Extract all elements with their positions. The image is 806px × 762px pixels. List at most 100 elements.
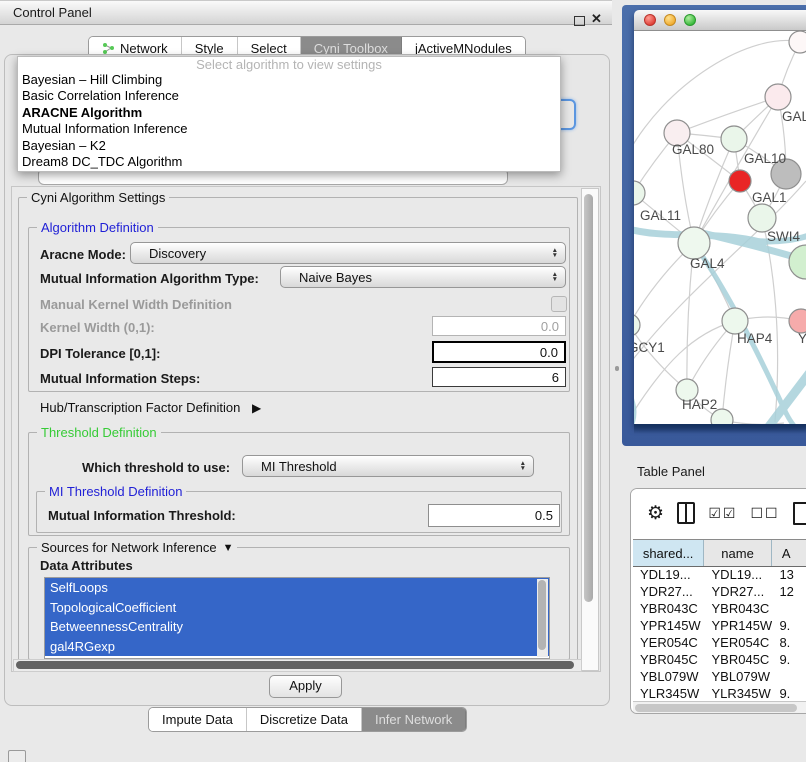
zoom-traffic-icon[interactable] bbox=[684, 14, 696, 26]
table-row[interactable]: YBL079WYBL079W bbox=[633, 668, 806, 685]
minimize-traffic-icon[interactable] bbox=[664, 14, 676, 26]
chevron-right-icon: ▶ bbox=[252, 401, 261, 415]
node-label: GAL80 bbox=[672, 142, 714, 157]
network-node-gcy1 bbox=[634, 314, 640, 336]
list-item[interactable]: BetweennessCentrality bbox=[45, 617, 549, 637]
control-panel-titlebar: Control Panel bbox=[0, 0, 612, 25]
table-toolbar: ⚙ ☑☑ ☐☐ bbox=[631, 489, 806, 537]
mi-threshold-field[interactable]: 0.5 bbox=[428, 504, 560, 527]
app-screen: Control Panel ✕ Network Style Select Cyn… bbox=[0, 0, 806, 762]
mi-threshold-label: Mutual Information Threshold: bbox=[48, 508, 236, 523]
kernel-width-label: Kernel Width (0,1): bbox=[40, 320, 155, 335]
bottom-tabs: Impute Data Discretize Data Infer Networ… bbox=[148, 707, 467, 732]
table-row[interactable]: YDR27...YDR27...12 bbox=[633, 583, 806, 600]
settings-vscrollbar[interactable] bbox=[581, 188, 599, 671]
table-row[interactable]: YER054CYER054C8. bbox=[633, 634, 806, 651]
network-node-gal4 bbox=[678, 227, 710, 259]
node-label: HAP4 bbox=[737, 331, 773, 346]
node-label: GCY1 bbox=[634, 340, 665, 355]
gear-icon[interactable]: ⚙ bbox=[647, 502, 664, 525]
table-panel: ⚙ ☑☑ ☐☐ shared... name A YDL19...YDL19..… bbox=[630, 488, 806, 714]
algorithm-dropdown-popup: Select algorithm to view settings Bayesi… bbox=[17, 56, 561, 172]
apply-button[interactable]: Apply bbox=[269, 675, 342, 698]
menu-item[interactable]: Bayesian – K2 bbox=[18, 138, 560, 154]
mi-type-combo[interactable]: Naive Bayes ▲▼ bbox=[280, 266, 566, 288]
manual-kernel-label: Manual Kernel Width Definition bbox=[40, 297, 232, 312]
column-header-name[interactable]: name bbox=[704, 540, 772, 566]
table-row[interactable]: YBR043CYBR043C bbox=[633, 600, 806, 617]
menu-item-selected[interactable]: ARACNE Algorithm bbox=[18, 105, 560, 121]
control-panel-title: Control Panel bbox=[13, 5, 92, 20]
aracne-mode-label: Aracne Mode: bbox=[40, 247, 126, 262]
manual-kernel-checkbox[interactable] bbox=[551, 296, 567, 312]
deselect-checkboxes-icon[interactable]: ☐☐ bbox=[750, 505, 779, 522]
node-label: GAL11 bbox=[640, 208, 681, 223]
tab-discretize-data[interactable]: Discretize Data bbox=[247, 708, 362, 731]
stepper-arrows-icon: ▲▼ bbox=[520, 461, 526, 471]
kernel-width-field[interactable]: 0.0 bbox=[432, 316, 566, 336]
dpi-tolerance-field[interactable]: 0.0 bbox=[432, 341, 566, 363]
column-header-shared-name[interactable]: shared... bbox=[633, 540, 704, 566]
chevron-down-icon: ▼ bbox=[223, 542, 234, 554]
node-label: HAP2 bbox=[682, 397, 717, 412]
table-hscrollbar[interactable] bbox=[633, 701, 806, 714]
menu-item[interactable]: Mutual Information Inference bbox=[18, 121, 560, 137]
table-row[interactable]: YLR345WYLR345W9. bbox=[633, 685, 806, 701]
window-shadow bbox=[634, 424, 806, 434]
node-label: SWI4 bbox=[767, 229, 800, 244]
list-scrollbar[interactable] bbox=[537, 579, 548, 657]
column-header-partial[interactable]: A bbox=[772, 540, 806, 566]
menu-item[interactable]: Dream8 DC_TDC Algorithm bbox=[18, 154, 560, 170]
node-label: GAL1 bbox=[752, 190, 787, 205]
tab-impute-data[interactable]: Impute Data bbox=[149, 708, 247, 731]
data-attributes-list[interactable]: SelfLoops TopologicalCoefficient Between… bbox=[44, 577, 550, 659]
mi-type-label: Mutual Information Algorithm Type: bbox=[40, 271, 259, 286]
network-window-titlebar bbox=[634, 10, 806, 31]
node-label: GAL10 bbox=[744, 151, 786, 166]
node-label: Y bbox=[798, 331, 806, 346]
network-node-salmon bbox=[789, 309, 806, 333]
list-item[interactable]: gal4RGexp bbox=[45, 637, 549, 657]
table-panel-titlebar: Table Panel bbox=[622, 456, 806, 486]
mi-steps-field[interactable]: 6 bbox=[432, 367, 566, 387]
menu-item[interactable]: Bayesian – Hill Climbing bbox=[18, 72, 560, 88]
table-row[interactable]: YBR045CYBR045C9. bbox=[633, 651, 806, 668]
file-icon[interactable] bbox=[793, 502, 806, 525]
table-body: YDL19...YDL19...13 YDR27...YDR27...12 YB… bbox=[633, 566, 806, 701]
network-node bbox=[789, 31, 806, 53]
select-all-checkboxes-icon[interactable]: ☑☑ bbox=[708, 505, 737, 522]
sources-group-title[interactable]: Sources for Network Inference ▼ bbox=[37, 540, 237, 555]
dropdown-prompt: Select algorithm to view settings bbox=[18, 57, 560, 72]
hub-definition-toggle[interactable]: Hub/Transcription Factor Definition ▶ bbox=[40, 400, 261, 415]
data-attributes-label: Data Attributes bbox=[40, 558, 133, 573]
table-panel-title: Table Panel bbox=[637, 464, 705, 479]
table-row[interactable]: YPR145WYPR145W9. bbox=[633, 617, 806, 634]
list-item[interactable]: TopologicalCoefficient bbox=[45, 598, 549, 618]
aracne-mode-combo[interactable]: Discovery ▲▼ bbox=[130, 242, 566, 264]
close-icon[interactable]: ✕ bbox=[591, 11, 602, 27]
network-window[interactable]: GAL GAL80 GAL10 GAL1 GAL11 SWI4 GAL4 GCY… bbox=[634, 10, 806, 424]
mi-threshold-group-title: MI Threshold Definition bbox=[45, 484, 186, 499]
dpi-tolerance-label: DPI Tolerance [0,1]: bbox=[40, 346, 160, 361]
settings-hscrollbar[interactable] bbox=[13, 659, 582, 672]
network-canvas[interactable]: GAL GAL80 GAL10 GAL1 GAL11 SWI4 GAL4 GCY… bbox=[634, 31, 806, 424]
close-traffic-icon[interactable] bbox=[644, 14, 656, 26]
partial-corner-icon[interactable] bbox=[8, 750, 26, 762]
menu-item[interactable]: Basic Correlation Inference bbox=[18, 88, 560, 104]
table-header: shared... name A bbox=[633, 539, 806, 567]
algorithm-definition-title: Algorithm Definition bbox=[37, 220, 158, 235]
which-threshold-combo[interactable]: MI Threshold ▲▼ bbox=[242, 455, 534, 477]
splitter-handle[interactable] bbox=[615, 366, 619, 371]
network-node-gal10 bbox=[721, 126, 747, 152]
list-item[interactable]: SelfLoops bbox=[45, 578, 549, 598]
float-icon[interactable] bbox=[574, 14, 585, 29]
table-row[interactable]: YDL19...YDL19...13 bbox=[633, 566, 806, 583]
stepper-arrows-icon: ▲▼ bbox=[552, 248, 558, 258]
tab-infer-network[interactable]: Infer Network bbox=[362, 708, 466, 731]
network-node-gal bbox=[765, 84, 791, 110]
threshold-definition-title: Threshold Definition bbox=[37, 425, 161, 440]
cyni-algorithm-settings-title: Cyni Algorithm Settings bbox=[27, 190, 169, 205]
network-node-red bbox=[729, 170, 751, 192]
network-node-swi4 bbox=[789, 245, 806, 279]
columns-icon[interactable] bbox=[677, 502, 695, 524]
